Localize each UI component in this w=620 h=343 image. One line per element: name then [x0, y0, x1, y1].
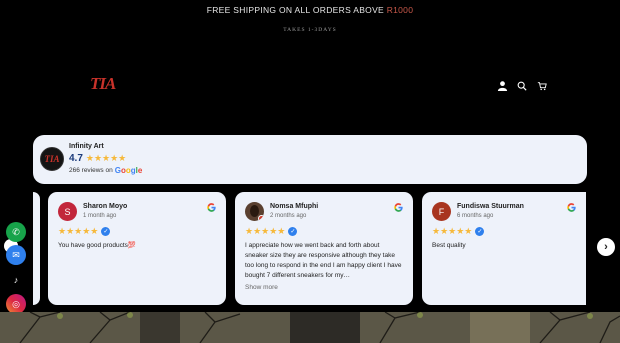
rating-value: 4.7 — [69, 153, 83, 164]
review-card: F Fundiswa Stuurman 6 months ago ★★★★★ ✓… — [422, 192, 586, 305]
review-count[interactable]: 266 reviews on Google — [69, 166, 142, 175]
google-logo: Google — [114, 166, 143, 175]
hero-image — [0, 312, 620, 343]
search-icon[interactable] — [517, 78, 528, 91]
verified-icon: ✓ — [288, 227, 298, 236]
review-stars: ★★★★★ ✓ — [245, 226, 298, 236]
review-text: I appreciate how we went back and forth … — [245, 242, 402, 279]
avatar — [245, 202, 264, 221]
announcement-amount: R1000 — [386, 5, 414, 15]
account-icon[interactable] — [497, 78, 508, 91]
review-count-text: 266 reviews on — [69, 167, 113, 174]
verified-icon: ✓ — [475, 227, 485, 236]
reviewer-name[interactable]: Nomsa Mfuphi — [270, 203, 318, 210]
instagram-icon[interactable]: ◎ — [6, 294, 26, 314]
review-card-partial — [33, 192, 40, 305]
review-text: You have good products💯 — [58, 242, 136, 249]
business-name[interactable]: Infinity Art — [69, 143, 104, 150]
avatar: F — [432, 202, 451, 221]
google-icon — [394, 203, 403, 212]
review-date: 1 month ago — [83, 213, 117, 219]
announcement-subline: TAKES 1-3DAYS — [283, 27, 337, 33]
tiktok-icon[interactable]: ♪ — [6, 270, 26, 290]
announcement-bar: FREE SHIPPING ON ALL ORDERS ABOVE R1000 — [0, 0, 620, 22]
announcement-text: FREE SHIPPING ON ALL ORDERS ABOVE — [206, 5, 387, 15]
show-more-link[interactable]: Show more — [245, 284, 278, 291]
branches-decoration — [0, 312, 620, 343]
phone-icon[interactable]: ✆ — [6, 222, 26, 242]
cart-icon[interactable] — [537, 78, 548, 91]
avatar: S — [58, 202, 77, 221]
overall-rating: 4.7 ★★★★★ — [69, 153, 126, 164]
reviewer-name[interactable]: Sharon Moyo — [83, 203, 127, 210]
google-icon — [207, 203, 216, 212]
review-card: S Sharon Moyo 1 month ago ★★★★★ ✓ You ha… — [48, 192, 226, 305]
review-stars: ★★★★★ ✓ — [432, 226, 485, 236]
rating-stars: ★★★★★ — [85, 153, 127, 163]
reviews-summary: TIA Infinity Art 4.7 ★★★★★ 266 reviews o… — [33, 135, 587, 184]
review-date: 2 months ago — [270, 213, 307, 219]
review-date: 6 months ago — [457, 213, 494, 219]
review-card: Nomsa Mfuphi 2 months ago ★★★★★ ✓ I appr… — [235, 192, 413, 305]
page: FREE SHIPPING ON ALL ORDERS ABOVE R1000 … — [0, 0, 620, 343]
verified-icon: ✓ — [101, 227, 111, 236]
reviewer-name[interactable]: Fundiswa Stuurman — [457, 203, 524, 210]
google-icon — [567, 203, 576, 212]
header-icons — [497, 78, 548, 91]
next-review-button[interactable]: › — [597, 238, 615, 256]
site-logo[interactable]: TIA — [90, 74, 116, 94]
business-logo: TIA — [40, 147, 64, 171]
review-text: Best quality — [432, 242, 466, 249]
mail-icon[interactable]: ✉ — [6, 245, 26, 265]
review-stars: ★★★★★ ✓ — [58, 226, 111, 236]
